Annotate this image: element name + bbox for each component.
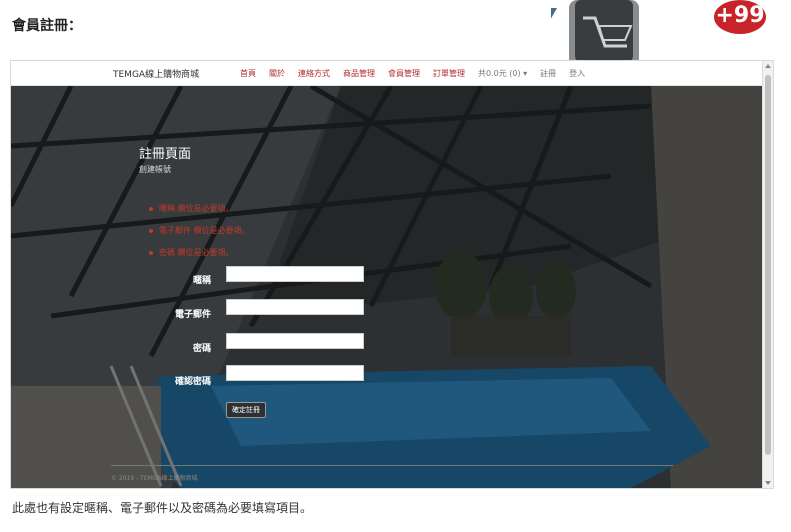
- scroll-down-icon[interactable]: [765, 481, 771, 485]
- email-label: 電子郵件: [174, 310, 211, 320]
- footer-copyright: © 2019 - TEMGA線上購物商城: [111, 475, 198, 482]
- nav-products[interactable]: 商品管理: [343, 68, 375, 79]
- bullet-icon: [149, 251, 153, 255]
- email-input[interactable]: [226, 299, 364, 315]
- footer-divider: [111, 465, 673, 466]
- confirm-password-input[interactable]: [226, 365, 364, 381]
- nav-orders[interactable]: 訂單管理: [433, 68, 465, 79]
- validation-error-item: 密碼 欄位是必要項。: [149, 242, 250, 264]
- validation-error-item: 暱稱 欄位是必要項。: [149, 198, 250, 220]
- password-label: 密碼: [192, 344, 211, 354]
- nav-home[interactable]: 首頁: [240, 68, 256, 79]
- validation-errors: 暱稱 欄位是必要項。 電子郵件 欄位是必要項。 密碼 欄位是必要項。: [149, 198, 250, 264]
- page-heading: 會員註冊：: [12, 18, 82, 34]
- bullet-icon: [149, 207, 153, 211]
- scrollbar-thumb[interactable]: [765, 75, 771, 455]
- nickname-label: 暱稱: [192, 276, 211, 286]
- pool-background-image: [11, 86, 763, 488]
- nav-members[interactable]: 會員管理: [388, 68, 420, 79]
- nav-cart-dropdown[interactable]: 共0.0元 (0) ▾: [478, 68, 527, 79]
- confirm-password-label: 確認密碼: [174, 377, 211, 387]
- register-title: 註冊頁面: [139, 147, 192, 162]
- password-input[interactable]: [226, 333, 364, 349]
- site-navbar: TEMGA線上購物商城 首頁 關於 連絡方式 商品管理 會員管理 訂單管理 共0…: [11, 61, 763, 86]
- nav-contact[interactable]: 連絡方式: [298, 68, 330, 79]
- page-scrollbar[interactable]: [762, 61, 773, 488]
- register-submit-button[interactable]: 確定註冊: [226, 402, 266, 418]
- nav-menu: 首頁 關於 連絡方式 商品管理 會員管理 訂單管理 共0.0元 (0) ▾ 註冊…: [240, 68, 598, 79]
- browser-screenshot: TEMGA線上購物商城 首頁 關於 連絡方式 商品管理 會員管理 訂單管理 共0…: [10, 60, 774, 489]
- register-subtitle: 創建帳號: [139, 165, 171, 174]
- image-caption: 此處也有設定暱稱、電子郵件以及密碼為必要填寫項目。: [12, 501, 313, 515]
- nickname-input[interactable]: [226, 266, 364, 282]
- nav-about[interactable]: 關於: [269, 68, 285, 79]
- nav-register[interactable]: 註冊: [540, 68, 556, 79]
- nav-login[interactable]: 登入: [569, 68, 585, 79]
- scroll-up-icon[interactable]: [765, 64, 771, 68]
- bullet-icon: [149, 229, 153, 233]
- validation-error-item: 電子郵件 欄位是必要項。: [149, 220, 250, 242]
- site-brand[interactable]: TEMGA線上購物商城: [113, 67, 199, 80]
- cart-count-badge: +99: [714, 0, 766, 34]
